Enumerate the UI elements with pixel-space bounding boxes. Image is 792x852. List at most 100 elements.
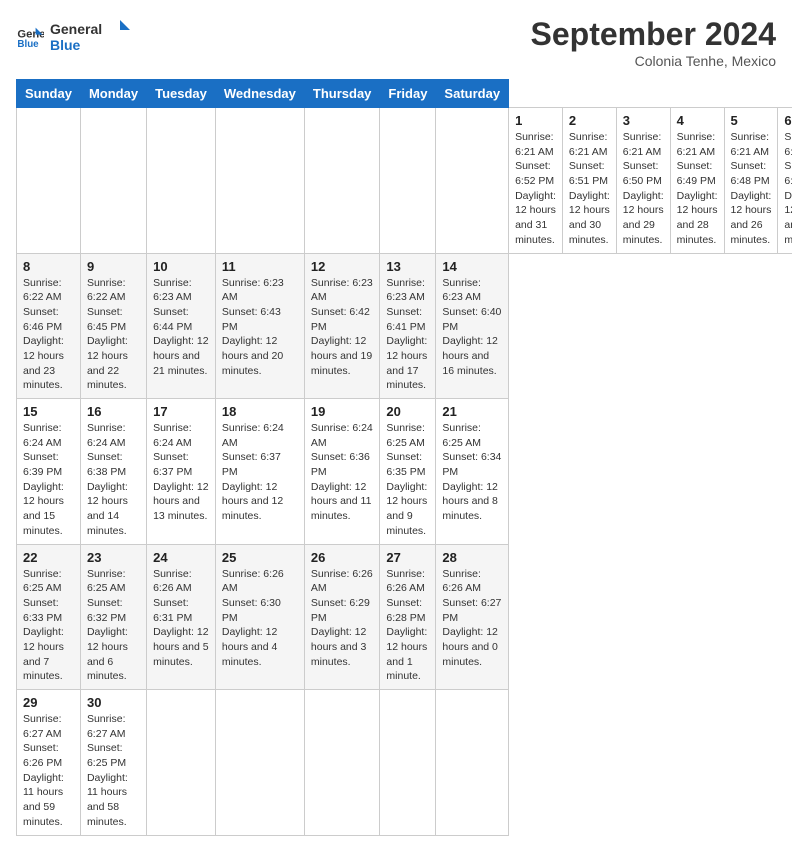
day-number: 14: [442, 259, 502, 274]
day-info: Sunrise: 6:26 AM Sunset: 6:30 PM Dayligh…: [222, 567, 298, 670]
calendar-cell: [436, 690, 509, 836]
day-info: Sunrise: 6:23 AM Sunset: 6:42 PM Dayligh…: [311, 276, 374, 379]
calendar-cell: [17, 108, 81, 254]
weekday-header-thursday: Thursday: [304, 80, 380, 108]
calendar-cell: [304, 690, 380, 836]
day-info: Sunrise: 6:26 AM Sunset: 6:29 PM Dayligh…: [311, 567, 374, 670]
calendar-cell: 18 Sunrise: 6:24 AM Sunset: 6:37 PM Dayl…: [215, 399, 304, 545]
calendar-cell: 19 Sunrise: 6:24 AM Sunset: 6:36 PM Dayl…: [304, 399, 380, 545]
calendar-cell: 27 Sunrise: 6:26 AM Sunset: 6:28 PM Dayl…: [380, 544, 436, 690]
calendar-cell: 17 Sunrise: 6:24 AM Sunset: 6:37 PM Dayl…: [147, 399, 216, 545]
day-number: 3: [623, 113, 664, 128]
location: Colonia Tenhe, Mexico: [531, 53, 776, 69]
calendar-cell: 4 Sunrise: 6:21 AM Sunset: 6:49 PM Dayli…: [670, 108, 724, 254]
day-number: 17: [153, 404, 209, 419]
day-info: Sunrise: 6:22 AM Sunset: 6:45 PM Dayligh…: [87, 276, 140, 394]
day-info: Sunrise: 6:26 AM Sunset: 6:28 PM Dayligh…: [386, 567, 429, 685]
day-number: 29: [23, 695, 74, 710]
day-info: Sunrise: 6:24 AM Sunset: 6:37 PM Dayligh…: [153, 421, 209, 524]
calendar-week-1: 1 Sunrise: 6:21 AM Sunset: 6:52 PM Dayli…: [17, 108, 792, 254]
svg-text:Blue: Blue: [17, 39, 39, 50]
calendar-cell: 21 Sunrise: 6:25 AM Sunset: 6:34 PM Dayl…: [436, 399, 509, 545]
day-number: 10: [153, 259, 209, 274]
calendar-cell: 8 Sunrise: 6:22 AM Sunset: 6:46 PM Dayli…: [17, 253, 81, 399]
day-number: 2: [569, 113, 610, 128]
day-info: Sunrise: 6:27 AM Sunset: 6:25 PM Dayligh…: [87, 712, 140, 830]
calendar-cell: 13 Sunrise: 6:23 AM Sunset: 6:41 PM Dayl…: [380, 253, 436, 399]
weekday-header-monday: Monday: [80, 80, 146, 108]
calendar-cell: 20 Sunrise: 6:25 AM Sunset: 6:35 PM Dayl…: [380, 399, 436, 545]
day-number: 22: [23, 550, 74, 565]
svg-text:General: General: [50, 21, 102, 37]
day-info: Sunrise: 6:23 AM Sunset: 6:41 PM Dayligh…: [386, 276, 429, 394]
day-info: Sunrise: 6:21 AM Sunset: 6:50 PM Dayligh…: [623, 130, 664, 248]
day-number: 26: [311, 550, 374, 565]
calendar-cell: 25 Sunrise: 6:26 AM Sunset: 6:30 PM Dayl…: [215, 544, 304, 690]
day-number: 4: [677, 113, 718, 128]
calendar-cell: 23 Sunrise: 6:25 AM Sunset: 6:32 PM Dayl…: [80, 544, 146, 690]
calendar-cell: 2 Sunrise: 6:21 AM Sunset: 6:51 PM Dayli…: [562, 108, 616, 254]
calendar-cell: 15 Sunrise: 6:24 AM Sunset: 6:39 PM Dayl…: [17, 399, 81, 545]
weekday-header-saturday: Saturday: [436, 80, 509, 108]
weekday-header-tuesday: Tuesday: [147, 80, 216, 108]
calendar-cell: 24 Sunrise: 6:26 AM Sunset: 6:31 PM Dayl…: [147, 544, 216, 690]
calendar-cell: 29 Sunrise: 6:27 AM Sunset: 6:26 PM Dayl…: [17, 690, 81, 836]
calendar-week-2: 8 Sunrise: 6:22 AM Sunset: 6:46 PM Dayli…: [17, 253, 792, 399]
calendar-week-4: 22 Sunrise: 6:25 AM Sunset: 6:33 PM Dayl…: [17, 544, 792, 690]
day-info: Sunrise: 6:23 AM Sunset: 6:40 PM Dayligh…: [442, 276, 502, 379]
calendar-cell: [215, 690, 304, 836]
calendar-cell: 16 Sunrise: 6:24 AM Sunset: 6:38 PM Dayl…: [80, 399, 146, 545]
day-number: 16: [87, 404, 140, 419]
day-info: Sunrise: 6:24 AM Sunset: 6:39 PM Dayligh…: [23, 421, 74, 539]
calendar-cell: [80, 108, 146, 254]
weekday-header-sunday: Sunday: [17, 80, 81, 108]
day-info: Sunrise: 6:21 AM Sunset: 6:48 PM Dayligh…: [731, 130, 772, 248]
day-info: Sunrise: 6:25 AM Sunset: 6:34 PM Dayligh…: [442, 421, 502, 524]
calendar-cell: [380, 690, 436, 836]
day-number: 8: [23, 259, 74, 274]
day-number: 1: [515, 113, 556, 128]
day-number: 6: [784, 113, 792, 128]
page-header: General Blue General Blue September 2024…: [16, 16, 776, 69]
day-info: Sunrise: 6:23 AM Sunset: 6:43 PM Dayligh…: [222, 276, 298, 379]
weekday-header-row: SundayMondayTuesdayWednesdayThursdayFrid…: [17, 80, 792, 108]
calendar-cell: [147, 690, 216, 836]
day-info: Sunrise: 6:24 AM Sunset: 6:38 PM Dayligh…: [87, 421, 140, 539]
calendar-cell: 26 Sunrise: 6:26 AM Sunset: 6:29 PM Dayl…: [304, 544, 380, 690]
calendar-table: SundayMondayTuesdayWednesdayThursdayFrid…: [16, 79, 792, 836]
calendar-cell: 30 Sunrise: 6:27 AM Sunset: 6:25 PM Dayl…: [80, 690, 146, 836]
day-info: Sunrise: 6:23 AM Sunset: 6:44 PM Dayligh…: [153, 276, 209, 379]
calendar-week-3: 15 Sunrise: 6:24 AM Sunset: 6:39 PM Dayl…: [17, 399, 792, 545]
calendar-week-5: 29 Sunrise: 6:27 AM Sunset: 6:26 PM Dayl…: [17, 690, 792, 836]
calendar-cell: [380, 108, 436, 254]
weekday-header-wednesday: Wednesday: [215, 80, 304, 108]
day-number: 28: [442, 550, 502, 565]
calendar-cell: [304, 108, 380, 254]
day-info: Sunrise: 6:25 AM Sunset: 6:32 PM Dayligh…: [87, 567, 140, 685]
day-number: 18: [222, 404, 298, 419]
day-number: 27: [386, 550, 429, 565]
day-number: 9: [87, 259, 140, 274]
calendar-cell: 12 Sunrise: 6:23 AM Sunset: 6:42 PM Dayl…: [304, 253, 380, 399]
day-number: 30: [87, 695, 140, 710]
day-number: 5: [731, 113, 772, 128]
day-number: 11: [222, 259, 298, 274]
day-info: Sunrise: 6:26 AM Sunset: 6:27 PM Dayligh…: [442, 567, 502, 670]
calendar-cell: 22 Sunrise: 6:25 AM Sunset: 6:33 PM Dayl…: [17, 544, 81, 690]
day-info: Sunrise: 6:25 AM Sunset: 6:33 PM Dayligh…: [23, 567, 74, 685]
weekday-header-friday: Friday: [380, 80, 436, 108]
calendar-cell: [147, 108, 216, 254]
day-number: 20: [386, 404, 429, 419]
day-info: Sunrise: 6:26 AM Sunset: 6:31 PM Dayligh…: [153, 567, 209, 670]
day-info: Sunrise: 6:21 AM Sunset: 6:51 PM Dayligh…: [569, 130, 610, 248]
day-number: 19: [311, 404, 374, 419]
day-info: Sunrise: 6:27 AM Sunset: 6:26 PM Dayligh…: [23, 712, 74, 830]
title-area: September 2024 Colonia Tenhe, Mexico: [531, 16, 776, 69]
day-number: 13: [386, 259, 429, 274]
logo: General Blue General Blue: [16, 16, 130, 56]
calendar-cell: 3 Sunrise: 6:21 AM Sunset: 6:50 PM Dayli…: [616, 108, 670, 254]
svg-text:Blue: Blue: [50, 37, 81, 53]
calendar-cell: 5 Sunrise: 6:21 AM Sunset: 6:48 PM Dayli…: [724, 108, 778, 254]
day-info: Sunrise: 6:24 AM Sunset: 6:37 PM Dayligh…: [222, 421, 298, 524]
logo-graphic: General Blue: [50, 16, 130, 56]
